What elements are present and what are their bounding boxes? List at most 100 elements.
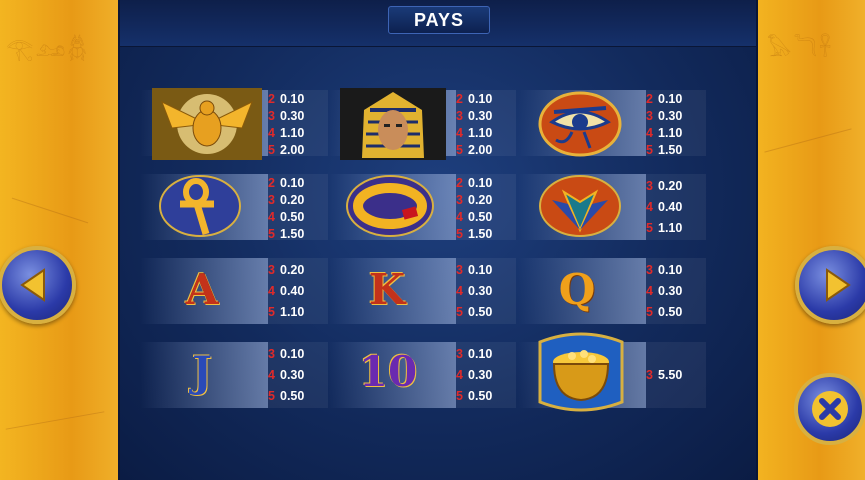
right-arrow-icon xyxy=(826,268,851,302)
pay-line: 3 0.20 xyxy=(268,260,304,281)
match-count: 3 xyxy=(456,263,463,277)
payout-value: 0.10 xyxy=(280,176,305,190)
match-count: 3 xyxy=(268,347,275,361)
number-10-symbol: 10 xyxy=(358,346,418,396)
match-count: 5 xyxy=(646,305,653,319)
pay-line: 4 0.30 xyxy=(456,281,492,302)
close-button[interactable] xyxy=(794,373,865,445)
payout-value: 0.50 xyxy=(280,210,305,224)
match-count: 5 xyxy=(268,143,275,157)
payout-value: 0.50 xyxy=(658,305,683,319)
match-count: 2 xyxy=(268,92,275,106)
close-icon xyxy=(812,391,848,427)
payout-value: 0.10 xyxy=(280,92,305,106)
pay-line: 3 0.20 xyxy=(268,192,304,209)
left-arrow-icon xyxy=(20,268,45,302)
pay-line: 4 0.40 xyxy=(268,281,304,302)
payout-value: 0.50 xyxy=(468,305,493,319)
pay-line: 4 1.10 xyxy=(456,125,492,142)
pay-values-eye-of-horus: 2 0.10 3 0.30 4 1.10 5 1.50 xyxy=(646,90,706,157)
match-count: 2 xyxy=(456,176,463,190)
payout-value: 0.30 xyxy=(658,109,683,123)
pay-line: 5 0.50 xyxy=(646,302,682,323)
gold-pot-icon xyxy=(538,332,624,412)
payout-value: 0.30 xyxy=(468,109,493,123)
wall-crack xyxy=(5,411,105,430)
payout-value: 0.10 xyxy=(280,347,305,361)
match-count: 3 xyxy=(456,109,463,123)
pay-line: 3 0.10 xyxy=(646,260,682,281)
pay-line: 5 0.50 xyxy=(268,386,304,407)
pay-values-gold-pot: 3 5.50 xyxy=(646,342,706,408)
ankh-icon xyxy=(159,175,241,237)
payout-value: 0.30 xyxy=(468,368,493,382)
payout-value: 0.10 xyxy=(468,92,493,106)
match-count: 2 xyxy=(646,92,653,106)
pay-values-ankh: 2 0.10 3 0.20 4 0.50 5 1.50 xyxy=(268,174,328,243)
payout-value: 0.10 xyxy=(468,347,493,361)
match-count: 3 xyxy=(646,263,653,277)
paytable-panel: PAYS xyxy=(118,0,758,480)
payout-value: 1.10 xyxy=(468,126,493,140)
pay-line: 5 0.50 xyxy=(456,302,492,323)
match-count: 5 xyxy=(268,227,275,241)
pay-line: 5 1.50 xyxy=(268,226,304,243)
header-bar: PAYS xyxy=(120,0,756,47)
match-count: 4 xyxy=(456,368,463,382)
match-count: 4 xyxy=(646,200,653,214)
page-title: PAYS xyxy=(388,6,490,34)
pay-line: 4 1.10 xyxy=(268,125,304,142)
pay-line: 4 0.50 xyxy=(456,209,492,226)
payout-value: 0.40 xyxy=(658,200,683,214)
pay-line: 5 1.10 xyxy=(646,218,682,239)
payout-value: 0.50 xyxy=(468,389,493,403)
pay-line: 5 2.00 xyxy=(268,142,304,159)
payout-value: 1.10 xyxy=(280,126,305,140)
pay-line: 2 0.10 xyxy=(268,91,304,108)
lotus-icon xyxy=(539,175,621,237)
pay-values-A: 3 0.20 4 0.40 5 1.10 xyxy=(268,258,328,324)
match-count: 5 xyxy=(456,143,463,157)
pay-values-scarab: 2 0.10 3 0.30 4 1.10 5 2.00 xyxy=(268,90,328,159)
pay-line: 3 0.20 xyxy=(646,176,682,197)
pay-line: 3 0.30 xyxy=(268,108,304,125)
pay-line: 3 0.20 xyxy=(456,192,492,209)
payout-value: 2.00 xyxy=(280,143,305,157)
payout-value: 0.30 xyxy=(658,284,683,298)
ankh-symbol xyxy=(158,174,242,238)
payout-value: 1.50 xyxy=(658,143,683,157)
payout-value: 0.20 xyxy=(658,179,683,193)
match-count: 4 xyxy=(456,284,463,298)
match-count: 3 xyxy=(268,263,275,277)
pay-line: 3 0.30 xyxy=(456,108,492,125)
next-page-button[interactable] xyxy=(795,246,865,324)
match-count: 4 xyxy=(456,210,463,224)
pay-line: 4 0.30 xyxy=(456,365,492,386)
letter-a-symbol: A xyxy=(185,264,219,314)
match-count: 3 xyxy=(646,368,653,382)
previous-page-button[interactable] xyxy=(0,246,76,324)
payout-value: 5.50 xyxy=(658,368,683,382)
gold-pot-symbol xyxy=(534,332,628,412)
pay-line: 4 1.10 xyxy=(646,125,682,142)
match-count: 5 xyxy=(268,305,275,319)
pay-line: 4 0.40 xyxy=(646,197,682,218)
match-count: 4 xyxy=(646,284,653,298)
pay-values-Q: 3 0.10 4 0.30 5 0.50 xyxy=(646,258,706,324)
pay-line: 2 0.10 xyxy=(456,91,492,108)
payout-value: 0.50 xyxy=(280,389,305,403)
payout-value: 1.50 xyxy=(280,227,305,241)
match-count: 3 xyxy=(268,193,275,207)
match-count: 5 xyxy=(456,227,463,241)
letter-q-symbol: Q xyxy=(558,264,596,314)
scarab-icon xyxy=(152,88,262,160)
payout-value: 1.50 xyxy=(468,227,493,241)
match-count: 4 xyxy=(646,126,653,140)
match-count: 2 xyxy=(268,176,275,190)
pay-values-ring: 2 0.10 3 0.20 4 0.50 5 1.50 xyxy=(456,174,516,241)
match-count: 5 xyxy=(646,143,653,157)
payout-value: 0.30 xyxy=(280,368,305,382)
pay-line: 3 0.30 xyxy=(646,108,682,125)
payout-value: 1.10 xyxy=(658,221,683,235)
pay-line: 3 0.10 xyxy=(456,260,492,281)
